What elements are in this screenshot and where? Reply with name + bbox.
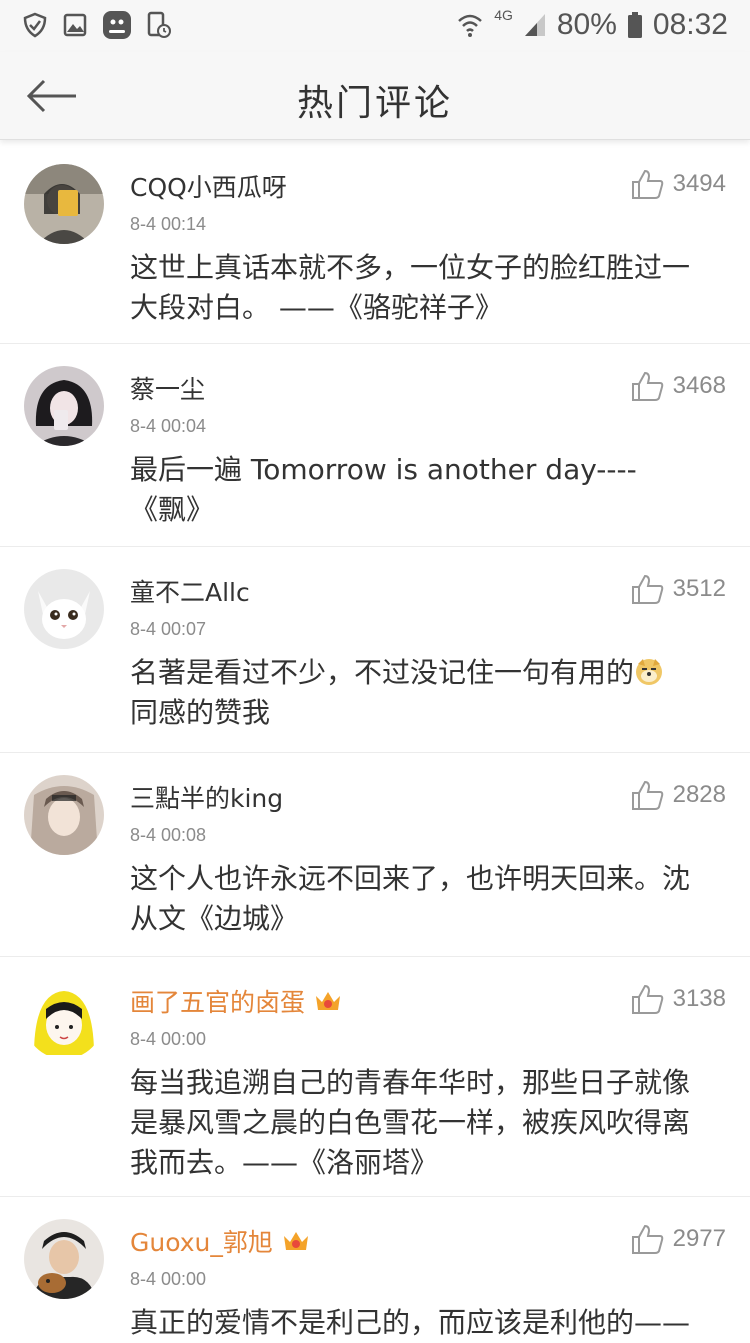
- username-text[interactable]: 画了五官的卤蛋: [130, 983, 305, 1019]
- status-bar: 4G 80% 08:32: [0, 0, 750, 52]
- comment-text: 这世上真话本就不多，一位女子的脸红胜过一 大段对白。 ——《骆驼祥子》: [130, 251, 691, 324]
- comment-time: 8-4 00:00: [130, 1269, 207, 1289]
- like-count: 3494: [672, 170, 726, 197]
- image-icon: [63, 13, 87, 37]
- comment-item[interactable]: 三點半的king 8-4 00:08 2828 这个人也许永远不回来了，也许明天…: [0, 753, 750, 957]
- like-button[interactable]: 2828: [631, 779, 726, 811]
- comment-text-line: 名著是看过不少，不过没记住一句有用的: [130, 656, 635, 689]
- thumbs-up-icon: [631, 371, 663, 401]
- like-button[interactable]: 2977: [631, 1223, 726, 1255]
- comment-item[interactable]: 蔡一尘 8-4 00:04 3468 最后一遍 Tomorrow is anot…: [0, 344, 750, 547]
- avatar[interactable]: [24, 569, 104, 649]
- avatar[interactable]: [24, 979, 104, 1059]
- thumbs-up-icon: [631, 574, 663, 604]
- username[interactable]: 三點半的king: [130, 779, 283, 815]
- doge-emoji-icon: [636, 659, 663, 685]
- avatar[interactable]: [24, 1219, 104, 1299]
- nav-header: 热门评论: [0, 52, 750, 140]
- shield-check-icon: [23, 12, 47, 38]
- username[interactable]: 蔡一尘: [130, 370, 205, 406]
- username-text[interactable]: 童不二Allc: [130, 573, 250, 609]
- comment-text: 真正的爱情不是利己的，而应该是利他的——: [130, 1306, 691, 1339]
- like-count: 3512: [672, 575, 726, 602]
- battery-icon: [627, 12, 642, 38]
- like-button[interactable]: 3138: [631, 983, 726, 1015]
- comment-time: 8-4 00:04: [130, 416, 207, 436]
- comment-text: 名著是看过不少，不过没记住一句有用的 同感的赞我: [130, 653, 722, 733]
- comment-text: 这个人也许永远不回来了，也许明天回来。沈 从文《边城》: [130, 862, 691, 935]
- username[interactable]: 画了五官的卤蛋: [130, 983, 343, 1019]
- username-text[interactable]: 蔡一尘: [130, 370, 205, 406]
- like-count: 3468: [672, 372, 726, 399]
- like-count: 2828: [672, 781, 726, 808]
- phone-clock-icon: [147, 11, 171, 38]
- like-button[interactable]: 3494: [631, 168, 726, 200]
- like-count: 3138: [672, 985, 726, 1012]
- app-badge-icon: [103, 11, 131, 39]
- comment-time: 8-4 00:08: [130, 825, 207, 845]
- username[interactable]: 童不二Allc: [130, 573, 250, 609]
- avatar[interactable]: [24, 366, 104, 446]
- status-icons-left: [22, 10, 172, 40]
- like-button[interactable]: 3512: [631, 573, 726, 605]
- comment-item[interactable]: 童不二Allc 8-4 00:07 3512 名著是看过不少，不过没记住一句有用…: [0, 547, 750, 753]
- comment-text-line: 同感的赞我: [130, 696, 271, 729]
- comment-list[interactable]: CQQ小西瓜呀 8-4 00:14 3494 这世上真话本就不多，一位女子的脸红…: [0, 142, 750, 1339]
- comment-text: 每当我追溯自己的青春年华时，那些日子就像 是暴风雪之晨的白色雪花一样，被疾风吹得…: [130, 1066, 691, 1179]
- thumbs-up-icon: [631, 780, 663, 810]
- username-text[interactable]: CQQ小西瓜呀: [130, 168, 287, 204]
- network-type: 4G: [494, 7, 513, 23]
- avatar[interactable]: [24, 164, 104, 244]
- comment-time: 8-4 00:00: [130, 1029, 207, 1049]
- like-count: 2977: [672, 1225, 726, 1252]
- username[interactable]: CQQ小西瓜呀: [130, 168, 287, 204]
- comment-item[interactable]: Guoxu_郭旭 8-4 00:00 2977 真正的爱情不是利己的，而应该是利…: [0, 1197, 750, 1339]
- battery-percent: 80%: [556, 8, 617, 41]
- comment-item[interactable]: 画了五官的卤蛋 8-4 00:00 3138 每当我追溯自己的青春年华时，那些日…: [0, 957, 750, 1197]
- vip-crown-icon: [316, 992, 341, 1010]
- avatar[interactable]: [24, 775, 104, 855]
- thumbs-up-icon: [631, 169, 663, 199]
- page-title: 热门评论: [296, 83, 453, 124]
- comment-text: 最后一遍 Tomorrow is another day---- 《飘》: [130, 453, 637, 526]
- comment-item[interactable]: CQQ小西瓜呀 8-4 00:14 3494 这世上真话本就不多，一位女子的脸红…: [0, 142, 750, 344]
- username-text[interactable]: 三點半的king: [130, 779, 283, 815]
- comment-time: 8-4 00:14: [130, 214, 207, 234]
- status-icons-right: 4G 80% 08:32: [456, 7, 728, 42]
- username-text[interactable]: Guoxu_郭旭: [130, 1223, 273, 1259]
- username[interactable]: Guoxu_郭旭: [130, 1223, 311, 1259]
- thumbs-up-icon: [631, 1224, 663, 1254]
- signal-icon: [524, 14, 545, 36]
- clock: 08:32: [652, 8, 728, 41]
- comment-time: 8-4 00:07: [130, 619, 207, 639]
- vip-crown-icon: [283, 1232, 308, 1250]
- like-button[interactable]: 3468: [631, 370, 726, 402]
- thumbs-up-icon: [631, 984, 663, 1014]
- wifi-icon: [458, 14, 483, 37]
